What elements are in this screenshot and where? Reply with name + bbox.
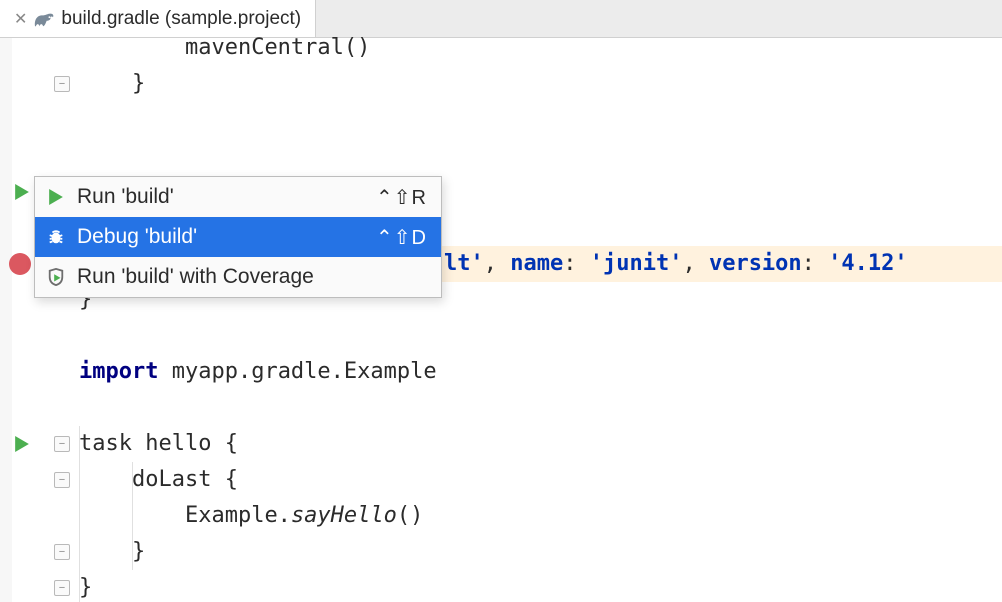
gutter-fold-row-2	[0, 462, 74, 498]
breakpoint-icon[interactable]	[9, 253, 31, 275]
ide-window: ✕ build.gradle (sample.project)	[0, 0, 1002, 602]
menu-debug-build[interactable]: Debug 'build' ⌃⇧D	[35, 217, 441, 257]
run-icon[interactable]	[14, 184, 30, 200]
menu-item-shortcut: ⌃⇧D	[376, 225, 427, 250]
code-line[interactable]: }	[74, 66, 1002, 102]
code-line[interactable]: }	[74, 534, 1002, 570]
menu-run-build[interactable]: Run 'build' ⌃⇧R	[35, 177, 441, 217]
code-editor[interactable]: mavenCentral() } lt', name: 'junit', ver…	[0, 38, 1002, 602]
code-line[interactable]: task hello {	[74, 426, 1002, 462]
code-line[interactable]: doLast {	[74, 462, 1002, 498]
menu-item-label: Run 'build' with Coverage	[77, 265, 427, 289]
menu-item-label: Debug 'build'	[77, 225, 366, 249]
editor-gutter[interactable]	[0, 38, 74, 602]
tab-title: build.gradle (sample.project)	[61, 8, 301, 30]
code-line[interactable]: }	[74, 570, 1002, 602]
menu-item-shortcut: ⌃⇧R	[376, 185, 427, 210]
menu-item-label: Run 'build'	[77, 185, 366, 209]
run-icon	[45, 186, 67, 208]
coverage-icon	[45, 266, 67, 288]
context-menu: Run 'build' ⌃⇧R Debug 'bui	[34, 176, 442, 298]
run-icon[interactable]	[14, 436, 30, 452]
fold-icon[interactable]	[54, 580, 70, 596]
code-line[interactable]: mavenCentral()	[74, 30, 1002, 66]
menu-run-coverage[interactable]: Run 'build' with Coverage	[35, 257, 441, 297]
fold-icon[interactable]	[54, 544, 70, 560]
fold-icon[interactable]	[54, 436, 70, 452]
gutter-fold-row-3	[0, 534, 74, 570]
code-area[interactable]: mavenCentral() } lt', name: 'junit', ver…	[74, 38, 1002, 602]
gutter-strip	[0, 38, 12, 602]
gutter-fold-row	[0, 66, 74, 102]
code-line[interactable]: Example.sayHello()	[74, 498, 1002, 534]
fold-icon[interactable]	[54, 76, 70, 92]
fold-icon[interactable]	[54, 472, 70, 488]
code-line[interactable]: import myapp.gradle.Example	[74, 354, 1002, 390]
gradle-icon	[33, 10, 55, 28]
gutter-run-row-2	[0, 426, 74, 462]
gutter-fold-row-4	[0, 570, 74, 602]
debug-icon	[45, 226, 67, 248]
close-icon[interactable]: ✕	[14, 9, 27, 29]
